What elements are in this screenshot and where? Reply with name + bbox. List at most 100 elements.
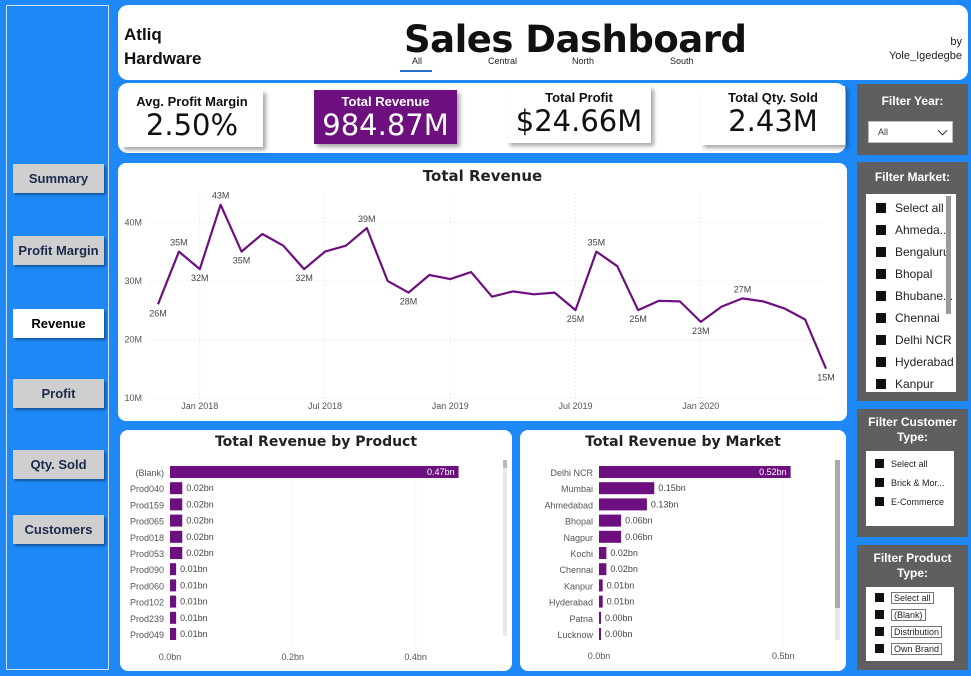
product-chart-scrollbar[interactable] [503, 460, 507, 636]
bar[interactable] [599, 482, 655, 495]
bar-value-label: 0.02bn [186, 483, 214, 493]
bar-value-label: 0.13bn [651, 499, 679, 509]
customer-type-option-label: E-Commerce [891, 496, 945, 507]
category-label: Patna [569, 614, 593, 624]
bar[interactable] [170, 466, 459, 478]
bar[interactable] [599, 579, 603, 592]
bar[interactable] [170, 563, 177, 576]
category-label: Prod065 [130, 517, 164, 527]
nav-profit-margin-button[interactable]: Profit Margin [13, 236, 104, 265]
kpi-profit-card: Total Profit $24.66M [507, 86, 651, 143]
filter-customer-title-line-2: Type: [896, 430, 929, 444]
bar[interactable] [170, 628, 177, 640]
tab-all[interactable]: All [412, 56, 422, 66]
data-label: 35M [170, 238, 188, 248]
nav-profit-button[interactable]: Profit [13, 379, 104, 408]
category-label: Prod060 [130, 581, 164, 591]
bar[interactable] [599, 498, 647, 511]
checkbox-icon [875, 478, 884, 487]
bar[interactable] [170, 579, 177, 592]
market-chart-scrollbar[interactable] [835, 460, 840, 640]
bar[interactable] [170, 611, 177, 624]
market-option[interactable]: Bengaluru [876, 241, 956, 263]
nav-qty-sold-button[interactable]: Qty. Sold [13, 450, 104, 479]
bar[interactable] [170, 498, 183, 511]
bar-value-label: 0.02bn [186, 548, 214, 558]
bar[interactable] [599, 547, 607, 559]
year-dropdown-value: All [878, 127, 889, 137]
filter-market-title: Filter Market: [874, 170, 951, 184]
market-option[interactable]: Bhopal [876, 263, 956, 285]
nav-revenue-button[interactable]: Revenue [13, 309, 104, 338]
customer-type-option[interactable]: E-Commerce [875, 492, 954, 511]
bar[interactable] [599, 595, 603, 608]
market-option[interactable]: Kanpur [876, 373, 956, 395]
bar-value-label: 0.02bn [610, 564, 638, 574]
market-chart-scroll-thumb[interactable] [835, 460, 840, 608]
data-label: 25M [629, 314, 647, 324]
product-type-option[interactable]: Distribution [875, 623, 954, 640]
brand-line-2: Hardware [124, 49, 202, 68]
market-option[interactable]: Chennai [876, 307, 956, 329]
market-option[interactable]: Hyderabad [876, 351, 956, 373]
nav-summary-button[interactable]: Summary [13, 164, 104, 193]
bar-value-label: 0.47bn [427, 467, 455, 477]
bar[interactable] [170, 547, 183, 559]
category-label: Prod239 [130, 614, 164, 624]
bar[interactable] [170, 595, 177, 608]
bar-value-label: 0.02bn [186, 516, 214, 526]
category-label: Prod053 [130, 549, 164, 559]
customer-type-option-label: Select all [891, 458, 928, 469]
market-option[interactable]: Select all [876, 197, 956, 219]
bar-value-label: 0.01bn [180, 580, 208, 590]
bar[interactable] [170, 514, 183, 527]
bar[interactable] [599, 530, 622, 543]
market-slicer-list: Select all Ahmeda... Bengaluru Bhopal Bh… [866, 194, 956, 392]
bar-value-label: 0.06bn [625, 516, 653, 526]
bar-value-label: 0.02bn [186, 532, 214, 542]
customer-type-option[interactable]: Select all [875, 454, 954, 473]
kpi-profit-margin-label: Avg. Profit Margin [136, 94, 248, 109]
category-label: Bhopal [565, 517, 593, 527]
tab-south[interactable]: South [670, 56, 694, 66]
revenue-line-chart-card: Total Revenue 10M 20M 30M 40M Jan 2018 Jul 20… [118, 163, 847, 421]
kpi-revenue-value: 984.87M [322, 108, 449, 142]
nav-customers-button[interactable]: Customers [13, 515, 104, 544]
bar[interactable] [170, 482, 183, 495]
revenue-by-product-card: Total Revenue by Product 0.0bn 0.2bn 0.4bn… [120, 430, 512, 671]
bar[interactable] [170, 530, 183, 543]
market-option[interactable]: Delhi NCR [876, 329, 956, 351]
year-dropdown[interactable]: All [868, 121, 953, 143]
customer-type-option[interactable]: Brick & Mor... [875, 473, 954, 492]
category-label: Hyderabad [549, 598, 593, 608]
bar-value-label: 0.00bn [605, 629, 633, 639]
category-label: Kochi [570, 549, 593, 559]
product-type-option[interactable]: (Blank) [875, 606, 954, 623]
bar-value-label: 0.06bn [625, 532, 653, 542]
market-option[interactable]: Bhubane... [876, 285, 956, 307]
tab-central[interactable]: Central [488, 56, 517, 66]
checkbox-icon [875, 627, 884, 636]
product-type-option[interactable]: Own Brand [875, 640, 954, 657]
tab-all-underline [400, 70, 432, 72]
product-chart-scroll-thumb[interactable] [503, 460, 507, 468]
product-type-option-label: Distribution [891, 625, 943, 638]
brand-line-1: Atliq [124, 25, 162, 44]
data-label: 27M [734, 284, 752, 294]
category-label: (Blank) [135, 468, 164, 478]
product-type-option[interactable]: Select all [875, 589, 954, 606]
bar[interactable] [599, 514, 622, 527]
customer-type-slicer-list: Select all Brick & Mor... E-Commerce [866, 451, 954, 526]
bar[interactable] [599, 611, 601, 624]
market-slicer-scrollbar[interactable] [946, 196, 951, 314]
bar[interactable] [599, 563, 607, 576]
checkbox-icon [875, 593, 884, 602]
product-type-slicer-list: Select all (Blank) Distribution Own Bran… [866, 587, 954, 661]
checkbox-icon [876, 357, 886, 367]
bar[interactable] [599, 628, 601, 640]
bar-value-label: 0.01bn [180, 564, 208, 574]
bar-value-label: 0.01bn [180, 629, 208, 639]
market-option[interactable]: Ahmeda... [876, 219, 956, 241]
tab-north[interactable]: North [572, 56, 594, 66]
bar-value-label: 0.01bn [180, 613, 208, 623]
